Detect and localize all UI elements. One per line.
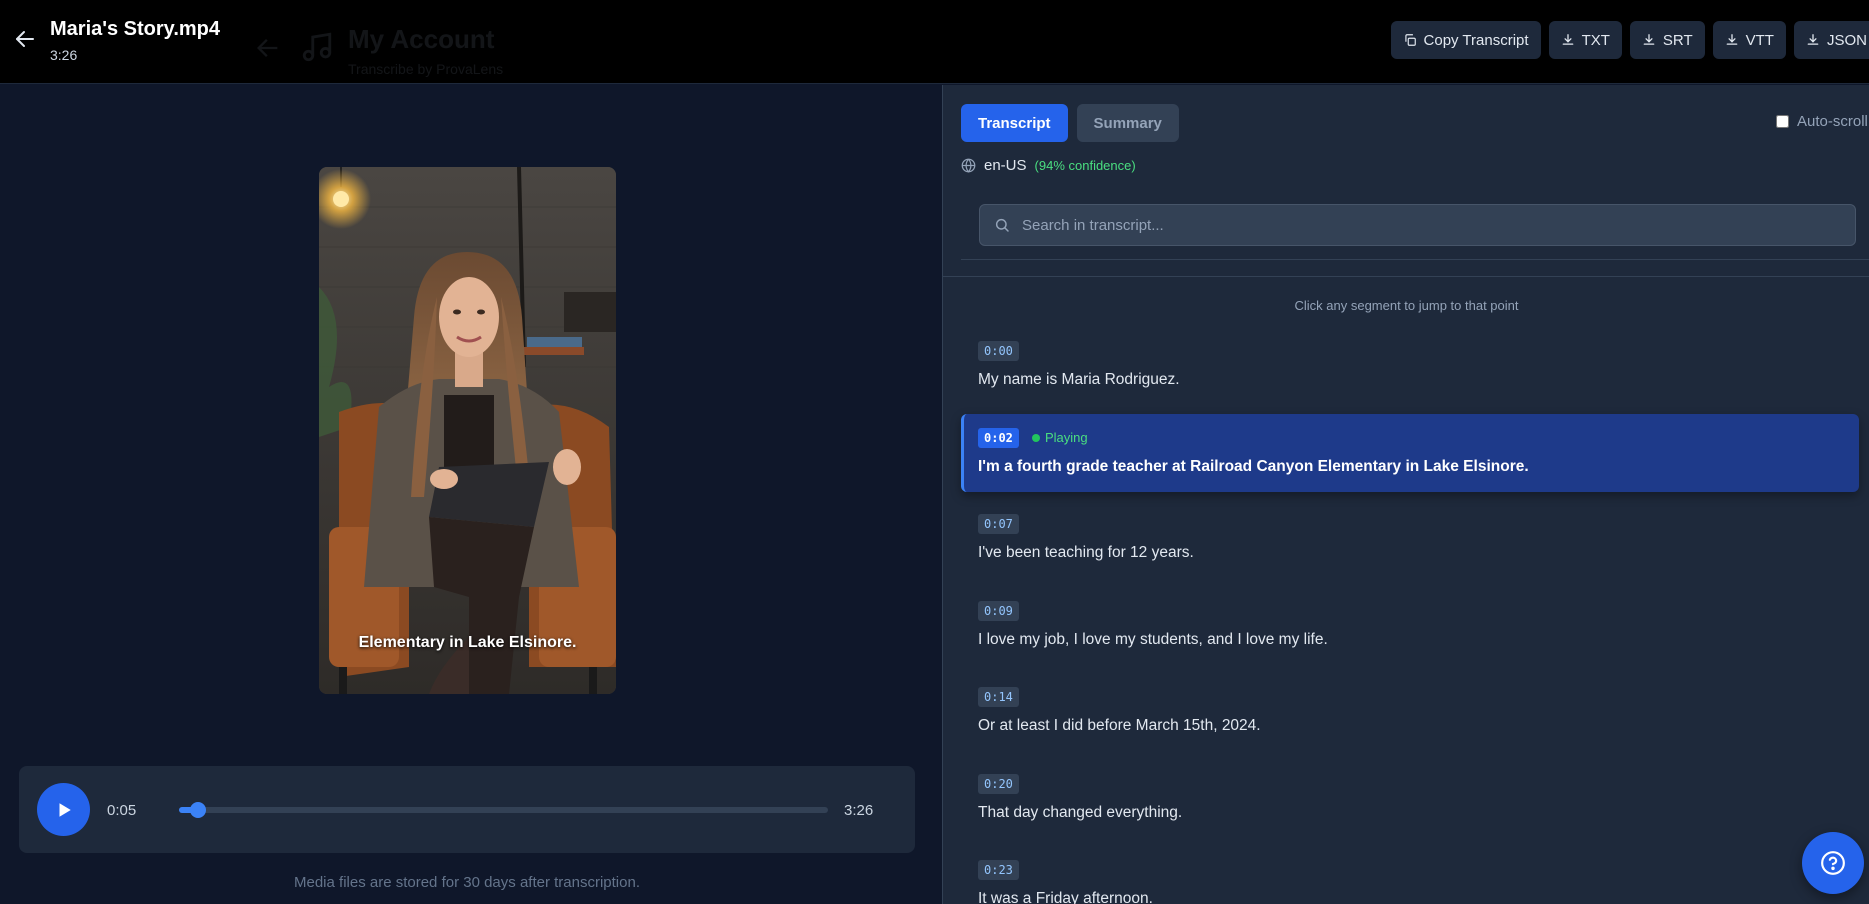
segment-timestamp[interactable]: 0:02 (978, 428, 1019, 448)
search-input[interactable] (1022, 205, 1842, 245)
storage-note: Media files are stored for 30 days after… (294, 874, 640, 891)
copy-transcript-label: Copy Transcript (1423, 31, 1529, 49)
download-json-button[interactable]: JSON (1793, 21, 1869, 59)
download-vtt-label: VTT (1745, 31, 1774, 49)
seek-bar[interactable] (179, 802, 828, 818)
transcript-segment[interactable]: 0:09 I love my job, I love my students, … (961, 601, 1859, 651)
background-page-title: My Account (348, 24, 495, 54)
segment-timestamp[interactable]: 0:20 (978, 774, 1019, 794)
arrow-left-icon (16, 31, 34, 47)
download-txt-label: TXT (1581, 31, 1610, 49)
segment-timestamp[interactable]: 0:07 (978, 514, 1019, 534)
segment-timestamp[interactable]: 0:09 (978, 601, 1019, 621)
download-icon (1807, 34, 1819, 45)
background-page-subtitle: Transcribe by ProvaLens (348, 61, 504, 77)
language-info: en-US (94% confidence) (961, 157, 1136, 174)
background-arrow-left-icon (254, 34, 282, 67)
divider (943, 276, 1869, 277)
transcript-hint: Click any segment to jump to that point (1294, 298, 1519, 313)
help-button[interactable] (1802, 832, 1864, 894)
transcript-tabs: Transcript Summary (961, 104, 1179, 142)
download-icon (1643, 34, 1655, 45)
back-button[interactable] (10, 24, 40, 54)
auto-scroll-checkbox[interactable] (1776, 115, 1789, 128)
globe-icon (961, 158, 976, 173)
transcript-segment[interactable]: 0:23 It was a Friday afternoon. (961, 860, 1859, 904)
file-duration: 3:26 (50, 47, 78, 63)
current-time: 0:05 (107, 802, 137, 819)
segment-text: That day changed everything. (978, 804, 1183, 821)
media-controls: 0:05 3:26 (19, 766, 915, 853)
copy-transcript-button[interactable]: Copy Transcript (1390, 21, 1541, 59)
download-srt-label: SRT (1662, 31, 1693, 49)
file-title: Maria's Story.mp4 (50, 18, 220, 40)
playing-badge: Playing (1032, 430, 1088, 445)
top-bar: Maria's Story.mp4 3:26 My Account Transc… (0, 0, 1869, 84)
playing-label: Playing (1045, 430, 1088, 445)
transcript-search (979, 204, 1856, 246)
help-icon (1821, 851, 1845, 875)
segment-text: It was a Friday afternoon. (978, 890, 1153, 904)
download-srt-button[interactable]: SRT (1629, 21, 1705, 59)
play-icon (59, 802, 71, 817)
segment-text: I'm a fourth grade teacher at Railroad C… (978, 458, 1529, 475)
segment-timestamp[interactable]: 0:00 (978, 341, 1019, 361)
video-player[interactable]: Elementary in Lake Elsinore. (319, 167, 616, 694)
segment-text: I love my job, I love my students, and I… (978, 631, 1328, 648)
media-pane: Elementary in Lake Elsinore. 0:05 3:26 M… (0, 85, 942, 904)
divider (961, 259, 1869, 260)
transcript-segment[interactable]: 0:20 That day changed everything. (961, 774, 1859, 824)
transcript-segment[interactable]: 0:07 I've been teaching for 12 years. (961, 514, 1859, 564)
download-icon (1562, 34, 1573, 45)
search-icon (995, 218, 1009, 232)
transcript-segment[interactable]: 0:00 My name is Maria Rodriguez. (961, 341, 1859, 391)
segment-timestamp[interactable]: 0:23 (978, 860, 1019, 880)
background-music-icon (300, 30, 334, 69)
tab-transcript[interactable]: Transcript (961, 104, 1068, 142)
auto-scroll-label: Auto-scroll (1797, 113, 1868, 130)
download-vtt-button[interactable]: VTT (1712, 21, 1786, 59)
download-txt-button[interactable]: TXT (1548, 21, 1622, 59)
play-button[interactable] (37, 783, 90, 836)
segment-text: My name is Maria Rodriguez. (978, 371, 1180, 388)
auto-scroll-toggle[interactable]: Auto-scroll (1776, 113, 1868, 130)
segment-text: I've been teaching for 12 years. (978, 544, 1194, 561)
playing-dot-icon (1032, 433, 1040, 442)
tab-summary[interactable]: Summary (1076, 104, 1179, 142)
transcript-pane: Transcript Summary Auto-scroll en-US (94… (942, 85, 1869, 904)
seek-bar-handle[interactable] (190, 802, 207, 818)
segment-timestamp[interactable]: 0:14 (978, 687, 1019, 707)
download-json-label: JSON (1826, 31, 1867, 49)
language-code: en-US (984, 157, 1027, 174)
language-confidence: (94% confidence) (1034, 158, 1136, 173)
segment-text: Or at least I did before March 15th, 202… (978, 717, 1261, 734)
total-time: 3:26 (844, 802, 874, 819)
video-caption: Elementary in Lake Elsinore. (358, 634, 577, 651)
copy-icon (1404, 34, 1416, 46)
video-frame (319, 167, 616, 694)
export-actions: Copy Transcript TXT SRT VTT JSON (1390, 21, 1869, 59)
transcript-segment[interactable]: 0:14 Or at least I did before March 15th… (961, 687, 1859, 737)
download-icon (1726, 34, 1737, 45)
transcript-segment-playing[interactable]: 0:02 Playing I'm a fourth grade teacher … (961, 414, 1859, 492)
